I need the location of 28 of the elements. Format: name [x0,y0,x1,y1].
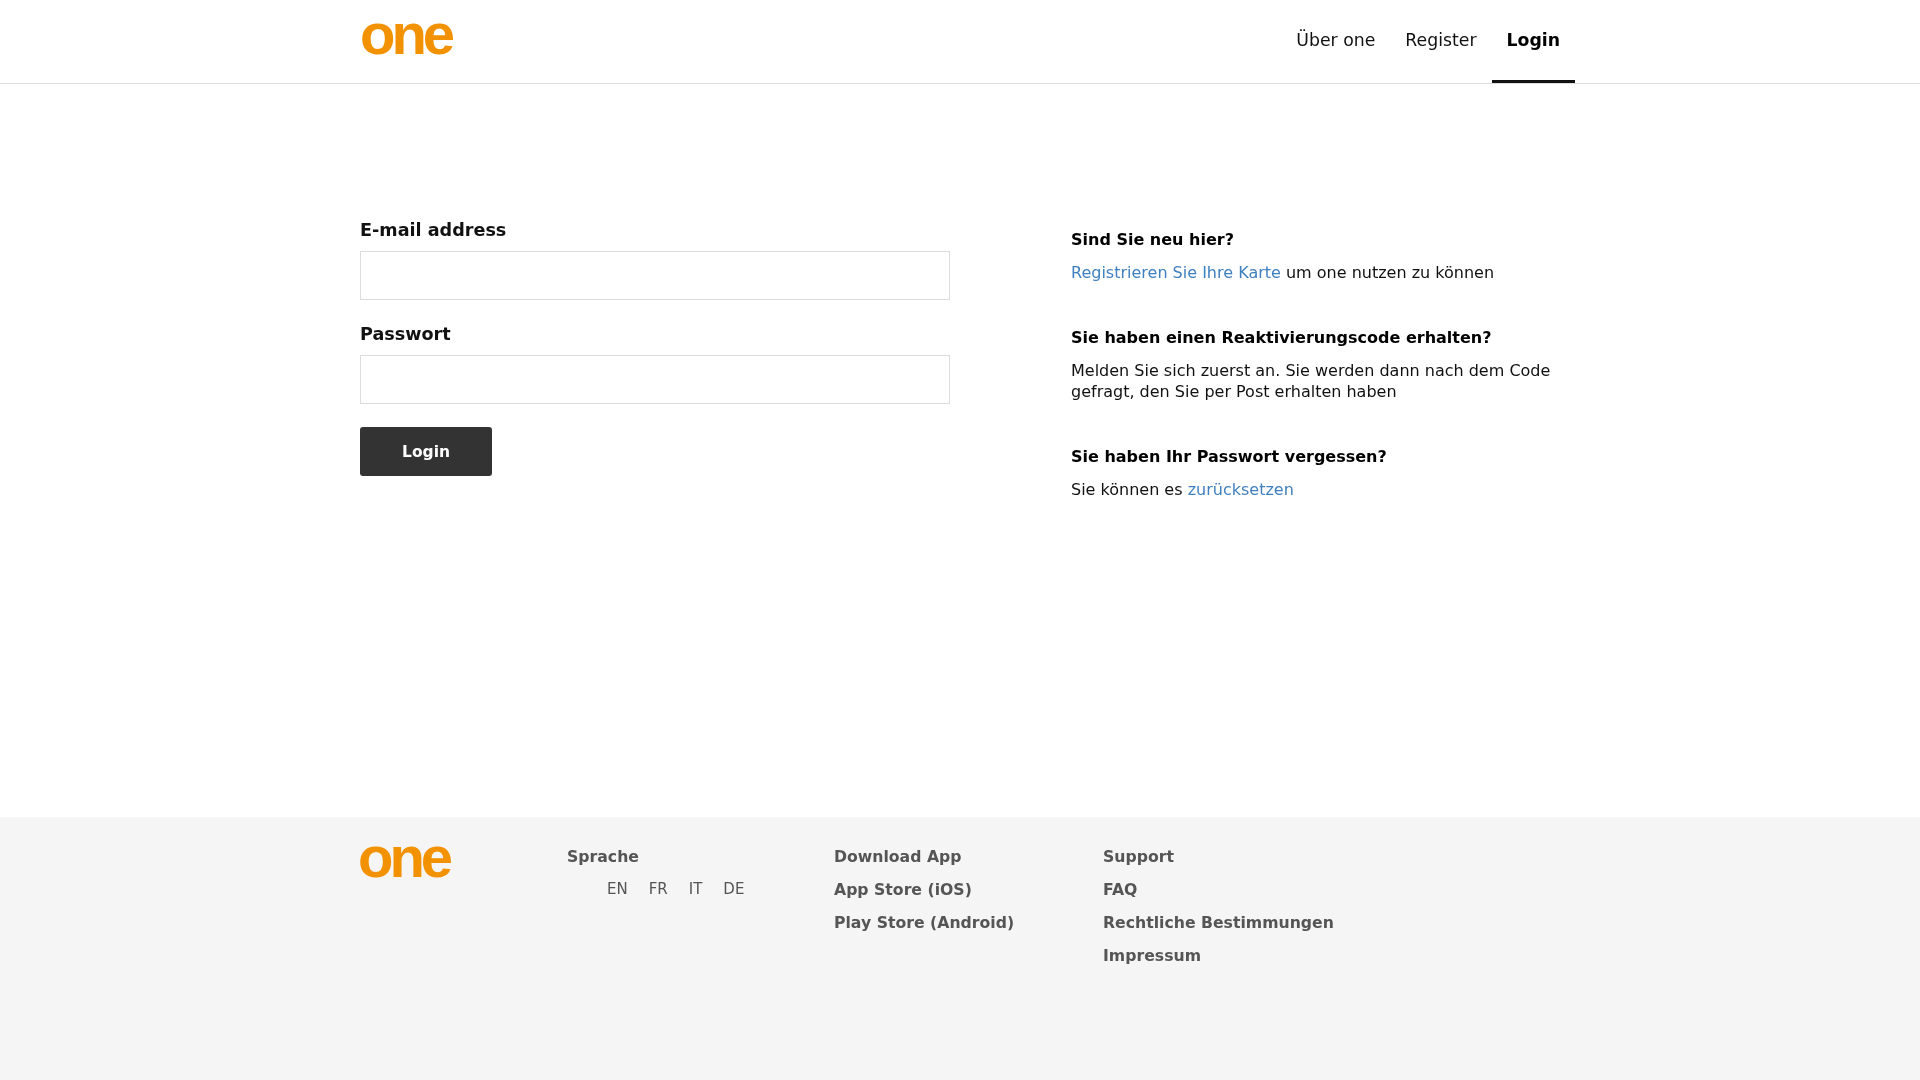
help-link[interactable]: Registrieren Sie Ihre Karte [1071,263,1281,282]
language-link[interactable]: EN [607,873,628,906]
input-field[interactable] [360,251,950,300]
language-link[interactable]: DE [723,873,745,906]
nav-link[interactable]: Login [1491,0,1575,83]
input-field[interactable] [360,355,950,404]
help-text: Sie können es zurücksetzen [1071,478,1295,500]
nav-link[interactable]: Über one [1281,0,1391,83]
help-text: Melden Sie sich zuerst an. Sie werden dann nach dem Code gefragt, den Sie per Post erhalten haben [1071,359,1552,403]
nav-link[interactable]: Register [1390,0,1492,83]
footer-column-title: Support [1103,846,1174,868]
language-link[interactable]: IT [688,873,703,906]
footer-column-title: Sprache [567,846,639,868]
language-link[interactable]: FR [648,873,668,906]
footer-link[interactable]: App Store (iOS) [834,873,972,906]
login-button[interactable]: Login [360,427,492,476]
footer-link[interactable]: Play Store (Android) [834,906,1015,939]
help-link[interactable]: zurücksetzen [1187,479,1294,499]
field-label: E-mail address [360,219,508,242]
footer-link[interactable]: FAQ [1103,873,1138,906]
help-heading: Sie haben Ihr Passwort vergessen? [1071,445,1388,468]
help-heading: Sie haben einen Reaktivierungscode erhalten? [1071,326,1493,349]
help-heading: Sind Sie neu hier? [1071,229,1235,251]
help-text: Registrieren Sie Ihre Karte um one nutzen zu können [1071,262,1496,284]
footer-link[interactable]: Impressum [1103,939,1201,972]
field-label: Passwort [360,323,452,346]
footer-column-title: Download App [834,846,962,868]
footer-link[interactable]: Rechtliche Bestimmungen [1103,906,1334,939]
